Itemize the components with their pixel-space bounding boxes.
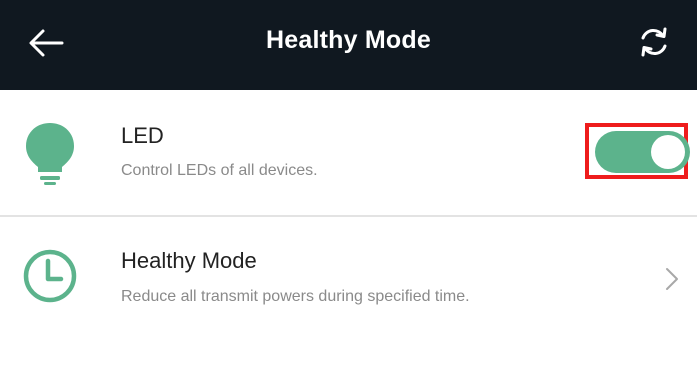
chevron-right-icon [660,264,684,294]
list-item-led: LED Control LEDs of all devices. [0,90,697,215]
healthy-mode-screen: Healthy Mode LED Control LEDs of all dev… [0,0,697,389]
healthy-mode-title: Healthy Mode [121,248,257,273]
header-bar: Healthy Mode [0,0,697,90]
lightbulb-icon [22,120,78,186]
led-toggle[interactable] [595,131,690,173]
refresh-icon [641,27,667,57]
led-description: Control LEDs of all devices. [121,162,318,179]
refresh-button[interactable] [628,18,680,66]
led-title: LED [121,123,164,148]
list-item-healthy-mode[interactable]: Healthy Mode Reduce all transmit powers … [0,217,697,337]
clock-icon [22,248,78,304]
page-title: Healthy Mode [266,26,431,54]
healthy-mode-description: Reduce all transmit powers during specif… [121,288,470,305]
toggle-knob [651,135,685,169]
